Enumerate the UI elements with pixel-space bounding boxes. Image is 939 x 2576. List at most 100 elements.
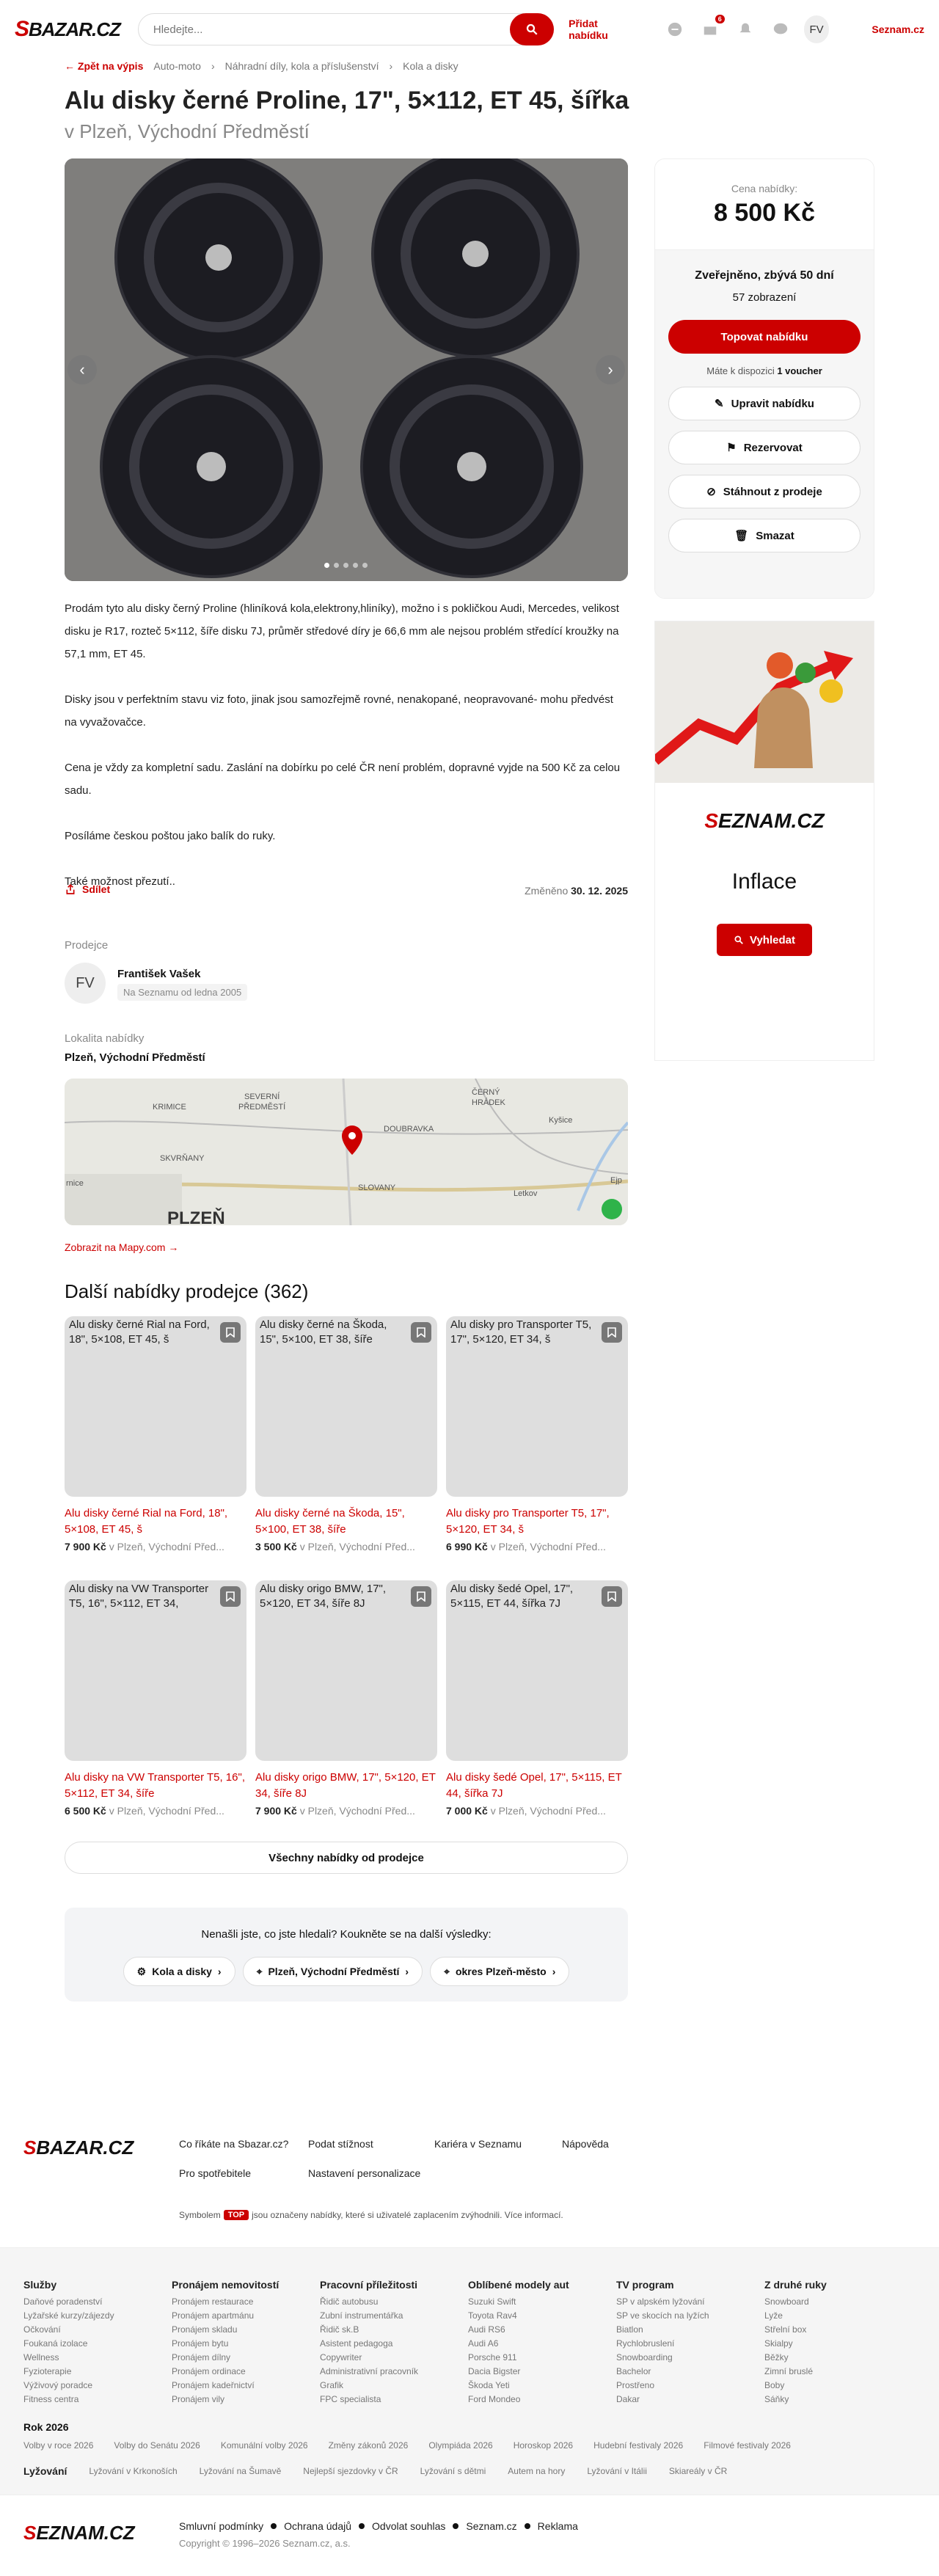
footer-link[interactable]: Snowboarding (616, 2351, 764, 2365)
ski-link[interactable]: Lyžování na Šumavě (200, 2466, 282, 2476)
listing-card[interactable]: Alu disky pro Transporter T5, 17", 5×120… (446, 1316, 628, 1566)
footer-link[interactable]: SP v alpském lyžování (616, 2295, 764, 2309)
edit-listing-button[interactable]: ✎ Upravit nabídku (668, 387, 861, 420)
footer-link[interactable]: Suzuki Swift (468, 2295, 616, 2309)
footer-link[interactable]: Kariéra v Seznamu (434, 2138, 562, 2150)
footer-link[interactable]: SP ve skocích na lyžích (616, 2309, 764, 2323)
legal-link[interactable]: Ochrana údajů (284, 2520, 351, 2532)
footer-link[interactable]: FPC specialista (320, 2393, 468, 2407)
ski-link[interactable]: Nejlepší sjezdovky v ČR (303, 2466, 398, 2476)
footer-link[interactable]: Sáňky (764, 2393, 867, 2407)
year-link[interactable]: Komunální volby 2026 (221, 2440, 308, 2451)
chat-icon[interactable] (666, 21, 684, 38)
seznam-footer-logo[interactable]: SEZNAM.CZ (23, 2522, 135, 2544)
footer-link[interactable]: Pronájem skladu (172, 2323, 320, 2337)
ski-link[interactable]: Lyžování v Krkonoších (89, 2466, 177, 2476)
bookmark-icon[interactable] (220, 1586, 241, 1607)
footer-link[interactable]: Grafik (320, 2379, 468, 2393)
footer-link[interactable]: Boby (764, 2379, 867, 2393)
search-input[interactable] (153, 23, 511, 36)
footer-link[interactable]: Porsche 911 (468, 2351, 616, 2365)
footer-link[interactable]: Daňové poradenství (23, 2295, 172, 2309)
card-title[interactable]: Alu disky origo BMW, 17", 5×120, ET 34, … (255, 1770, 437, 1802)
year-link[interactable]: Volby do Senátu 2026 (114, 2440, 200, 2451)
gallery-prev-button[interactable]: ‹ (67, 355, 97, 384)
add-listing-link[interactable]: Přidat nabídku (569, 18, 634, 41)
footer-link[interactable]: Asistent pedagoga (320, 2337, 468, 2351)
messages-icon[interactable]: 6 (701, 15, 725, 38)
ski-link[interactable]: Lyžování v Itálii (587, 2466, 647, 2476)
breadcrumb-item[interactable]: Náhradní díly, kola a příslušenství (225, 60, 379, 72)
search-button[interactable] (510, 13, 555, 45)
bookmark-icon[interactable] (411, 1322, 431, 1343)
bookmark-icon[interactable] (220, 1322, 241, 1343)
sbazar-logo[interactable]: S BAZAR.CZ (15, 17, 121, 42)
card-title[interactable]: Alu disky šedé Opel, 17", 5×115, ET 44, … (446, 1770, 628, 1802)
footer-link[interactable]: Podat stížnost (308, 2138, 434, 2150)
footer-link[interactable]: Zubní instrumentářka (320, 2309, 468, 2323)
legal-link[interactable]: Seznam.cz (466, 2520, 516, 2532)
user-avatar[interactable]: FV (803, 15, 830, 43)
footer-link[interactable]: Pronájem kadeřnictví (172, 2379, 320, 2393)
footer-link[interactable]: Lyže (764, 2309, 867, 2323)
footer-link[interactable]: Snowboard (764, 2295, 867, 2309)
legal-link[interactable]: Reklama (538, 2520, 578, 2532)
top-listing-button[interactable]: Topovat nabídku (668, 320, 861, 354)
ski-link[interactable]: Skiareály v ČR (669, 2466, 727, 2476)
footer-link[interactable]: Pronájem ordinace (172, 2365, 320, 2379)
footer-logo[interactable]: SBAZAR.CZ (23, 2137, 134, 2159)
withdraw-button[interactable]: ⊘ Stáhnout z prodeje (668, 475, 861, 508)
ski-link[interactable]: Lyžování s dětmi (420, 2466, 486, 2476)
breadcrumb-item[interactable]: Kola a disky (403, 60, 458, 72)
footer-link[interactable]: Pronájem bytu (172, 2337, 320, 2351)
advertisement[interactable]: SEZNAM.CZ Inflace Vyhledat (654, 621, 874, 1061)
breadcrumb-item[interactable]: Auto-moto (153, 60, 201, 72)
footer-link[interactable]: Pronájem dílny (172, 2351, 320, 2365)
listing-card[interactable]: Alu disky na VW Transporter T5, 16", 5×1… (65, 1580, 246, 1830)
bookmark-icon[interactable] (602, 1586, 622, 1607)
year-link[interactable]: Hudební festivaly 2026 (593, 2440, 683, 2451)
all-listings-button[interactable]: Všechny nabídky od prodejce (65, 1842, 628, 1874)
footer-link[interactable]: Ford Mondeo (468, 2393, 616, 2407)
footer-link[interactable]: Pronájem restaurace (172, 2295, 320, 2309)
year-link[interactable]: Filmové festivaly 2026 (704, 2440, 791, 2451)
year-link[interactable]: Změny zákonů 2026 (329, 2440, 409, 2451)
speech-bubble-icon[interactable] (772, 21, 789, 38)
footer-link[interactable]: Nápověda (562, 2138, 672, 2150)
reserve-button[interactable]: ⚑ Rezervovat (668, 431, 861, 464)
footer-link[interactable]: Bachelor (616, 2365, 764, 2379)
ski-link[interactable]: Autem na hory (508, 2466, 565, 2476)
footer-link[interactable]: Nastavení personalizace (308, 2167, 434, 2179)
seznam-link[interactable]: Seznam.cz (872, 23, 924, 35)
footer-link[interactable]: Administrativní pracovník (320, 2365, 468, 2379)
listing-card[interactable]: Alu disky černé Rial na Ford, 18", 5×108… (65, 1316, 246, 1566)
legal-link[interactable]: Smluvní podmínky (179, 2520, 263, 2532)
footer-link[interactable]: Lyžařské kurzy/zájezdy (23, 2309, 172, 2323)
footer-link[interactable]: Pronájem vily (172, 2393, 320, 2407)
footer-link[interactable]: Fitness centra (23, 2393, 172, 2407)
listing-card[interactable]: Alu disky origo BMW, 17", 5×120, ET 34, … (255, 1580, 437, 1830)
listing-card[interactable]: Alu disky černé na Škoda, 15", 5×100, ET… (255, 1316, 437, 1566)
footer-link[interactable]: Audi A6 (468, 2337, 616, 2351)
map-link[interactable]: Zobrazit na Mapy.com → (65, 1241, 178, 1253)
related-chip[interactable]: ⌖ okres Plzeň-město › (430, 1957, 570, 1986)
footer-link[interactable]: Copywriter (320, 2351, 468, 2365)
photo-gallery[interactable] (65, 158, 628, 581)
ad-search-button[interactable]: Vyhledat (717, 924, 812, 956)
related-chip[interactable]: ⚙ Kola a disky › (123, 1957, 235, 1986)
share-button[interactable]: Sdílet (65, 883, 110, 895)
year-link[interactable]: Horoskop 2026 (514, 2440, 573, 2451)
footer-link[interactable]: Střelní box (764, 2323, 867, 2337)
bookmark-icon[interactable] (602, 1322, 622, 1343)
footer-link[interactable]: Dacia Bigster (468, 2365, 616, 2379)
footer-link[interactable]: Audi RS6 (468, 2323, 616, 2337)
bookmark-icon[interactable] (411, 1586, 431, 1607)
footer-link[interactable]: Pro spotřebitele (179, 2167, 308, 2179)
bell-icon[interactable] (737, 21, 754, 38)
listing-card[interactable]: Alu disky šedé Opel, 17", 5×115, ET 44, … (446, 1580, 628, 1830)
footer-link[interactable]: Škoda Yeti (468, 2379, 616, 2393)
year-link[interactable]: Olympiáda 2026 (428, 2440, 492, 2451)
footer-link[interactable]: Řidič sk.B (320, 2323, 468, 2337)
back-link[interactable]: ← Zpět na výpis (65, 60, 143, 72)
footer-link[interactable]: Očkování (23, 2323, 172, 2337)
